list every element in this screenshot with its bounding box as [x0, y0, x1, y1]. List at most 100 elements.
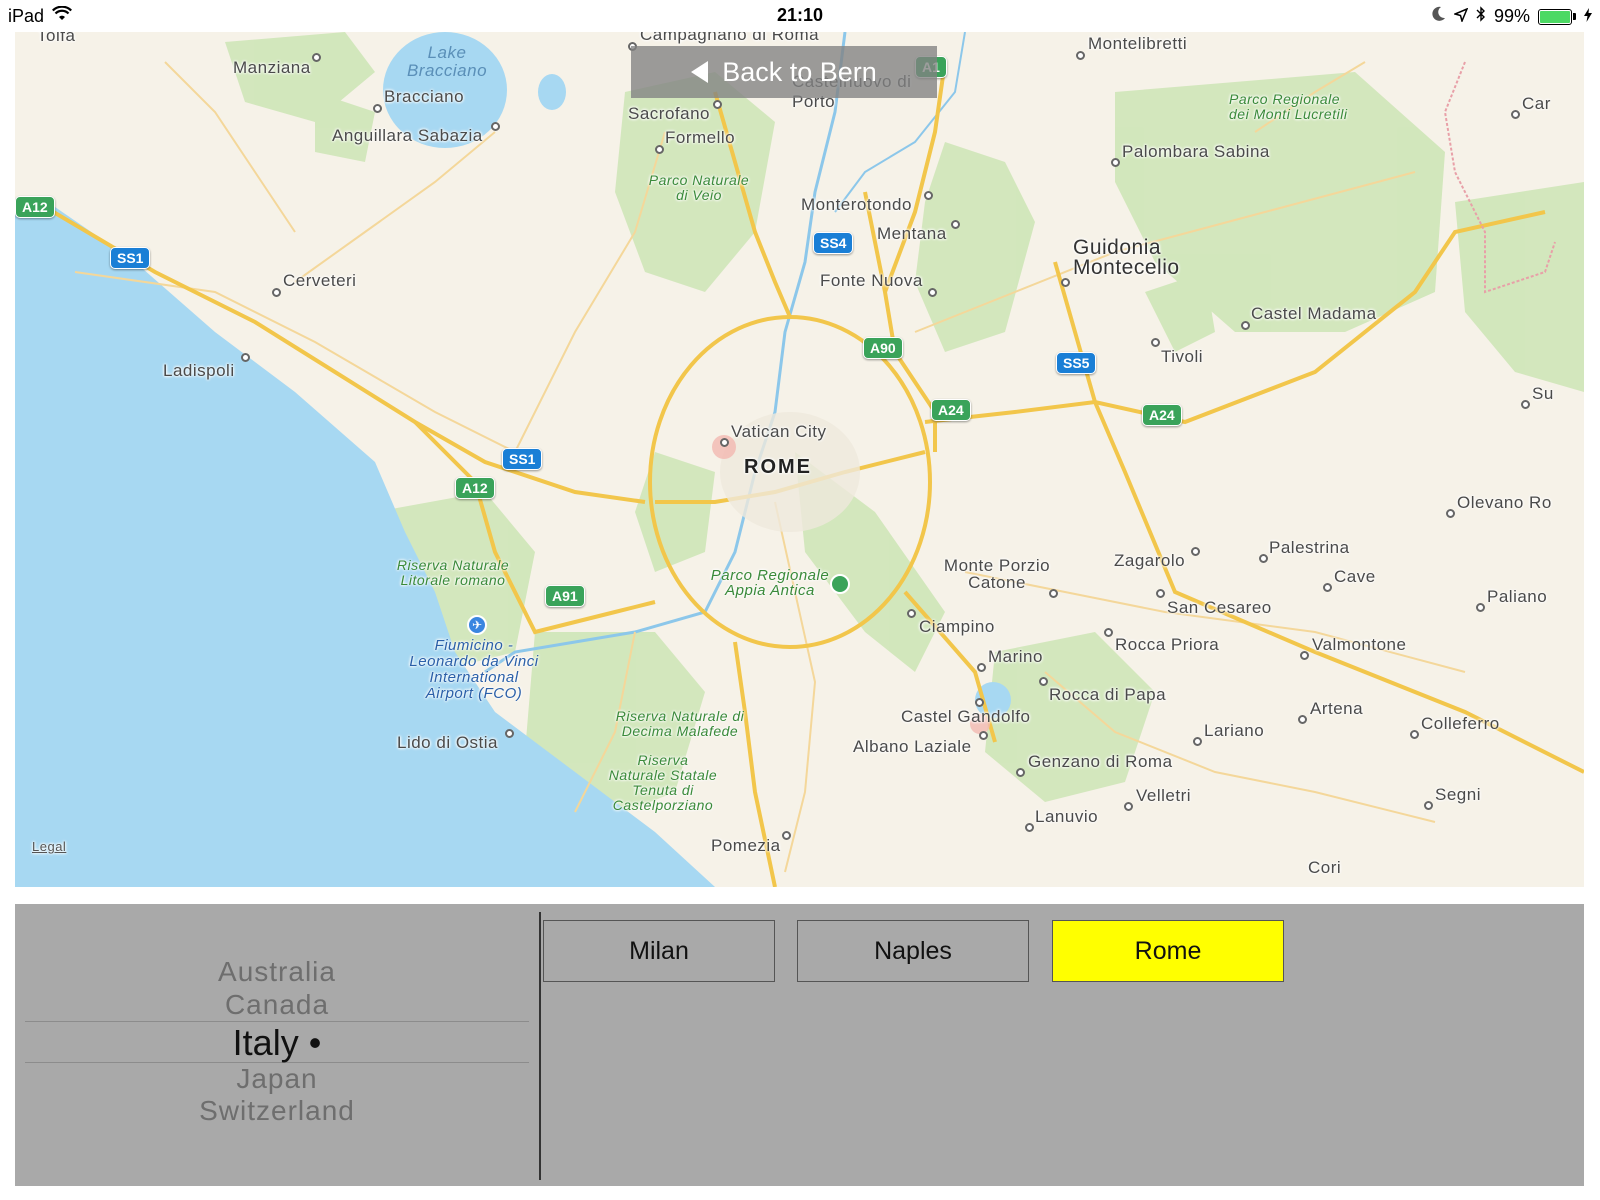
place-dot [928, 288, 937, 297]
place-formello: Formello [665, 128, 736, 147]
road-shield-a12: A12 [455, 477, 495, 499]
place-palombara: Palombara Sabina [1122, 142, 1270, 161]
battery-percent: 99% [1493, 6, 1530, 26]
place-dot [1156, 589, 1165, 598]
place-paliano: Paliano [1487, 587, 1548, 606]
place-dot [1151, 338, 1160, 347]
place-dot [1191, 547, 1200, 556]
place-dot [1521, 400, 1530, 409]
place-anguillara: Anguillara Sabazia [332, 126, 483, 145]
place-lido: Lido di Ostia [397, 733, 498, 752]
picker-item-italy[interactable]: Italy • [15, 1022, 539, 1064]
city-button-naples[interactable]: Naples [797, 920, 1029, 982]
place-tolfa: Tolfa [37, 32, 76, 45]
place-segni: Segni [1435, 785, 1481, 804]
place-dot [312, 53, 321, 62]
battery-fill [1540, 10, 1570, 23]
road-shield-ss4: SS4 [813, 232, 854, 254]
place-lariano: Lariano [1204, 721, 1265, 740]
place-manziana: Manziana [233, 58, 311, 77]
place-castel-gandolfo: Castel Gandolfo [901, 707, 1031, 726]
place-ciampino: Ciampino [919, 617, 995, 636]
place-bracciano: Bracciano [384, 87, 465, 106]
place-montelibretti: Montelibretti [1088, 34, 1188, 53]
place-san-cesareo: San Cesareo [1167, 598, 1272, 617]
place-dot [1323, 583, 1332, 592]
place-artena: Artena [1310, 699, 1364, 718]
place-rocca-di-papa: Rocca di Papa [1049, 685, 1167, 704]
road-shield-ss1: SS1 [502, 448, 543, 470]
moon-icon [1432, 6, 1446, 27]
place-dot [924, 191, 933, 200]
picker-item-canada[interactable]: Canada [15, 989, 539, 1021]
place-vatican: Vatican City [731, 422, 827, 441]
place-castel-madama: Castel Madama [1251, 304, 1377, 323]
place-dot [272, 288, 281, 297]
status-bar: iPad 21:10 99% [0, 0, 1600, 32]
wifi-icon [52, 5, 73, 27]
place-guidonia: Guidonia Montecelio [1073, 236, 1180, 279]
place-colleferro: Colleferro [1421, 714, 1500, 733]
device-label: iPad [8, 6, 45, 26]
place-dot [1104, 628, 1113, 637]
park-castelporziano: Riserva Naturale Statale Tenuta di Caste… [608, 752, 718, 813]
place-dot [1111, 158, 1120, 167]
place-tivoli: Tivoli [1161, 347, 1204, 366]
place-velletri: Velletri [1136, 786, 1192, 805]
place-cave: Cave [1334, 567, 1376, 586]
place-sacrofano: Sacrofano [628, 104, 710, 123]
place-dot [1410, 730, 1419, 739]
place-marino: Marino [988, 647, 1043, 666]
place-dot [713, 100, 722, 109]
place-dot [1424, 801, 1433, 810]
map-view[interactable]: Tolfa Campagnano di Roma Montelibretti M… [15, 32, 1584, 887]
city-button-rome[interactable]: Rome [1052, 920, 1284, 982]
picker-item-japan[interactable]: Japan [15, 1063, 539, 1095]
place-dot [1446, 509, 1455, 518]
location-arrow-icon [1452, 6, 1469, 27]
place-dot [1025, 823, 1034, 832]
place-dot [977, 663, 986, 672]
place-fonte-nuova: Fonte Nuova [820, 271, 923, 290]
place-dot [1298, 715, 1307, 724]
airport-label: Fiumicino - Leonardo da Vinci Internatio… [409, 637, 539, 702]
place-albano: Albano Laziale [853, 737, 972, 756]
place-dot [491, 122, 500, 131]
place-rome: ROME [744, 456, 812, 478]
place-lanuvio: Lanuvio [1035, 807, 1099, 826]
status-time: 21:10 [776, 5, 824, 25]
country-picker[interactable]: Australia Canada Italy • Japan Switzerla… [15, 904, 539, 1186]
battery-icon [1538, 8, 1576, 25]
airport-icon: ✈ [467, 615, 487, 635]
place-palestrina: Palestrina [1269, 538, 1350, 557]
city-button-milan[interactable]: Milan [543, 920, 775, 982]
picker-item-australia[interactable]: Australia [15, 956, 539, 988]
charging-icon [1584, 6, 1592, 27]
place-monterotondo: Monterotondo [801, 195, 912, 214]
park-icon [830, 574, 850, 594]
legal-link[interactable]: Legal [32, 839, 66, 854]
place-dot [373, 104, 382, 113]
place-dot [782, 831, 791, 840]
place-pomezia: Pomezia [711, 836, 781, 855]
place-dot [655, 145, 664, 154]
place-cerveteri: Cerveteri [283, 271, 357, 290]
status-bar-right: 99% [1432, 6, 1592, 27]
back-to-bern-button[interactable]: Back to Bern [631, 46, 937, 98]
back-button-label: Back to Bern [722, 56, 877, 87]
road-shield-ss5: SS5 [1056, 352, 1097, 374]
place-dot [1259, 554, 1268, 563]
place-dot [1049, 589, 1058, 598]
place-dot [1061, 278, 1070, 287]
road-shield-a24: A24 [1142, 404, 1182, 426]
place-dot [1241, 321, 1250, 330]
place-ladispoli: Ladispoli [163, 361, 235, 380]
status-bar-left: iPad [8, 5, 73, 27]
picker-item-switzerland[interactable]: Switzerland [15, 1095, 539, 1127]
place-dot [720, 438, 729, 447]
place-dot [1300, 651, 1309, 660]
place-cori: Cori [1308, 858, 1342, 877]
place-su: Su [1532, 384, 1554, 403]
park-litorale: Riserva Naturale Litorale romano [396, 557, 510, 588]
bluetooth-icon [1476, 6, 1486, 27]
